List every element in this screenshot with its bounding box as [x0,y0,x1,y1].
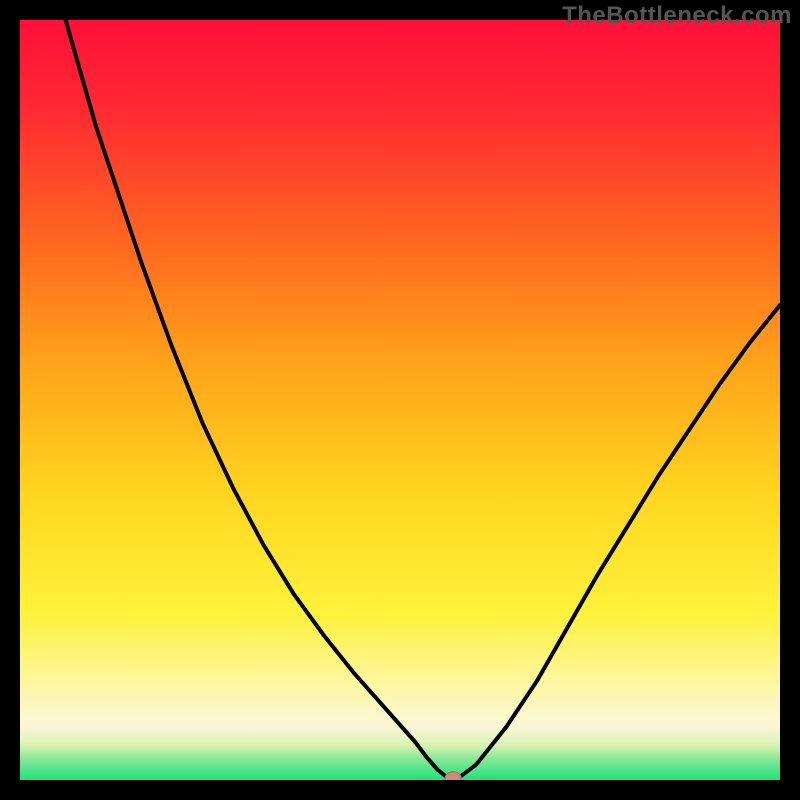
marker-dot [445,772,461,780]
plot-area [20,20,780,780]
gradient-background [20,20,780,780]
chart-frame: TheBottleneck.com [0,0,800,800]
watermark-text: TheBottleneck.com [562,2,792,30]
chart-svg [20,20,780,780]
